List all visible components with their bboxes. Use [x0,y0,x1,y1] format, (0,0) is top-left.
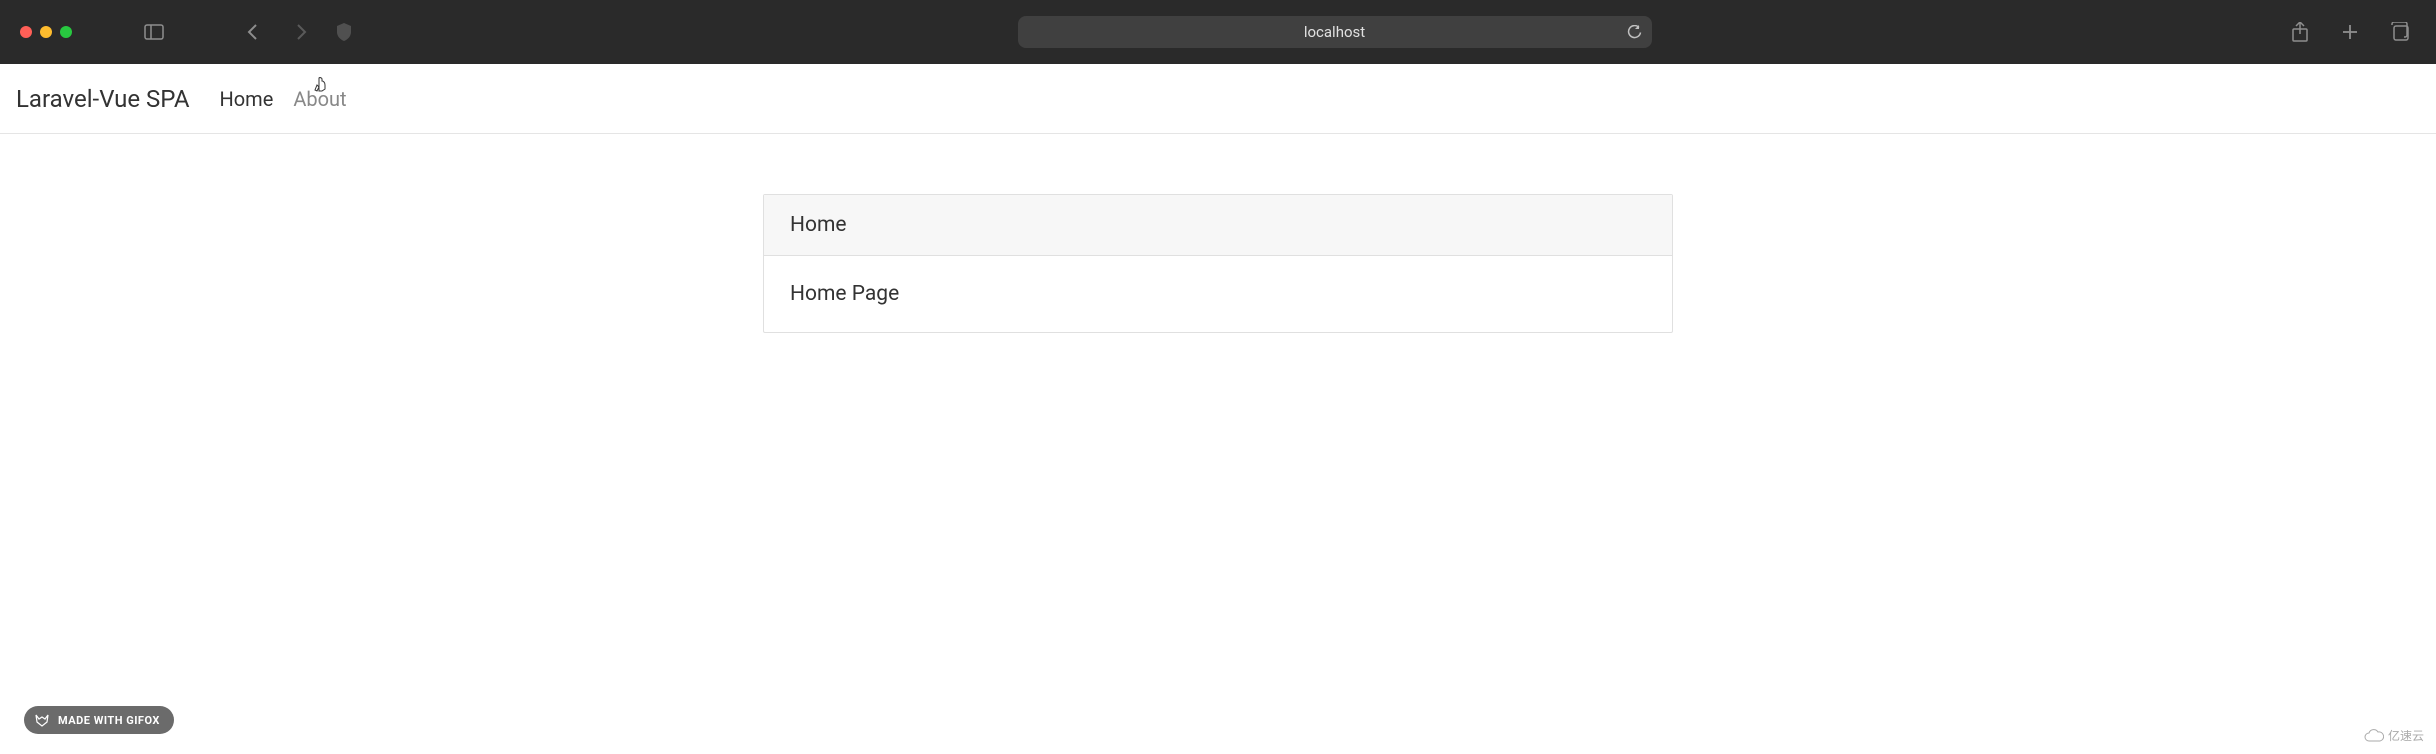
reload-icon[interactable] [1627,25,1642,40]
browser-chrome: localhost [0,0,2436,64]
shield-icon[interactable] [328,16,360,48]
sidebar-toggle-icon[interactable] [138,16,170,48]
gifox-fox-icon [34,712,50,728]
cloud-icon [2364,729,2384,743]
watermark: 亿速云 [2364,727,2424,744]
maximize-window-button[interactable] [60,26,72,38]
tabs-overview-icon[interactable] [2384,16,2416,48]
chrome-left [20,16,318,48]
card-header: Home [764,195,1672,256]
gifox-text: MADE WITH GIFOX [58,714,160,727]
close-window-button[interactable] [20,26,32,38]
traffic-lights [20,26,72,38]
back-button-icon[interactable] [236,16,268,48]
brand-title[interactable]: Laravel-Vue SPA [16,85,189,113]
page-navbar: Laravel-Vue SPA Home About [0,64,2436,134]
card-body: Home Page [764,256,1672,332]
content-card: Home Home Page [763,194,1673,333]
nav-link-about[interactable]: About [293,87,346,111]
url-text: localhost [1304,23,1365,41]
watermark-text: 亿速云 [2388,727,2424,744]
gifox-badge: MADE WITH GIFOX [24,706,174,734]
share-icon[interactable] [2284,16,2316,48]
address-bar[interactable]: localhost [1018,16,1652,48]
nav-link-home[interactable]: Home [219,87,273,111]
new-tab-icon[interactable] [2334,16,2366,48]
nav-links: Home About [219,87,346,111]
minimize-window-button[interactable] [40,26,52,38]
chrome-right [2284,16,2416,48]
forward-button-icon [286,16,318,48]
content-area: Home Home Page [0,134,2436,393]
chrome-center: localhost [328,16,2274,48]
